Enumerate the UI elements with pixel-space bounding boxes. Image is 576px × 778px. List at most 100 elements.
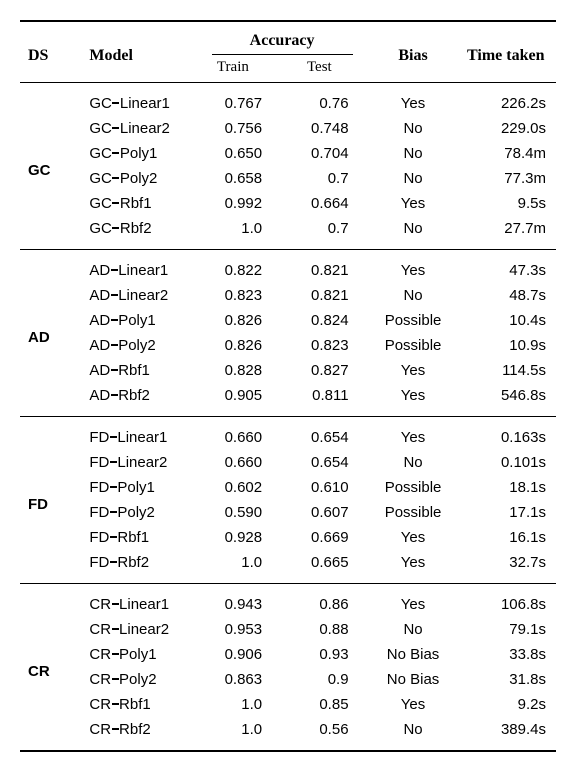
model-suffix: Poly2 <box>119 671 157 688</box>
test-cell: 0.610 <box>282 475 368 500</box>
train-cell: 0.906 <box>196 642 282 667</box>
time-cell: 16.1s <box>458 525 556 550</box>
model-suffix: Linear1 <box>119 596 169 613</box>
test-cell: 0.9 <box>282 667 368 692</box>
model-prefix: GC <box>89 195 112 212</box>
time-cell: 79.1s <box>458 617 556 642</box>
time-cell: 48.7s <box>458 283 556 308</box>
underscore-separator-icon <box>112 603 119 605</box>
model-cell: ADPoly2 <box>81 333 195 358</box>
table-row: CRLinear20.9530.88No79.1s <box>20 617 556 642</box>
train-cell: 0.822 <box>196 250 282 284</box>
time-cell: 114.5s <box>458 358 556 383</box>
model-suffix: Rbf2 <box>117 554 149 571</box>
model-prefix: GC <box>89 170 112 187</box>
model-prefix: FD <box>89 504 109 521</box>
test-cell: 0.7 <box>282 166 368 191</box>
train-cell: 0.650 <box>196 141 282 166</box>
test-cell: 0.7 <box>282 216 368 250</box>
test-cell: 0.827 <box>282 358 368 383</box>
test-cell: 0.669 <box>282 525 368 550</box>
time-cell: 229.0s <box>458 116 556 141</box>
table-row: GCPoly10.6500.704No78.4m <box>20 141 556 166</box>
table-row: ADRbf10.8280.827Yes114.5s <box>20 358 556 383</box>
time-cell: 10.4s <box>458 308 556 333</box>
ds-cell: AD <box>20 250 81 417</box>
time-cell: 32.7s <box>458 550 556 584</box>
test-cell: 0.811 <box>282 383 368 417</box>
underscore-separator-icon <box>112 678 119 680</box>
model-cell: GCPoly1 <box>81 141 195 166</box>
test-cell: 0.824 <box>282 308 368 333</box>
test-cell: 0.654 <box>282 417 368 451</box>
results-table: DS Model Accuracy Bias Time taken Train … <box>20 20 556 752</box>
table-row: GCGCLinear10.7670.76Yes226.2s <box>20 83 556 117</box>
time-cell: 10.9s <box>458 333 556 358</box>
bias-cell: No Bias <box>369 667 458 692</box>
table-row: FDRbf10.9280.669Yes16.1s <box>20 525 556 550</box>
header-bias: Bias <box>369 21 458 83</box>
header-accuracy-label: Accuracy <box>250 32 315 49</box>
model-cell: ADLinear2 <box>81 283 195 308</box>
model-suffix: Poly1 <box>117 479 155 496</box>
underscore-separator-icon <box>111 344 118 346</box>
model-prefix: AD <box>89 362 110 379</box>
test-cell: 0.86 <box>282 584 368 618</box>
model-cell: CRLinear1 <box>81 584 195 618</box>
model-suffix: Poly1 <box>119 646 157 663</box>
model-suffix: Linear2 <box>119 621 169 638</box>
model-cell: ADRbf1 <box>81 358 195 383</box>
bias-cell: Yes <box>369 250 458 284</box>
table-row: ADPoly20.8260.823Possible10.9s <box>20 333 556 358</box>
underscore-separator-icon <box>112 177 119 179</box>
table-row: ADPoly10.8260.824Possible10.4s <box>20 308 556 333</box>
model-suffix: Rbf2 <box>118 387 150 404</box>
header-time: Time taken <box>458 21 556 83</box>
time-cell: 0.163s <box>458 417 556 451</box>
header-accuracy: Accuracy <box>196 21 369 57</box>
model-suffix: Linear1 <box>118 262 168 279</box>
underscore-separator-icon <box>112 728 119 730</box>
underscore-separator-icon <box>110 511 117 513</box>
table-row: FDLinear20.6600.654No0.101s <box>20 450 556 475</box>
model-cell: GCRbf1 <box>81 191 195 216</box>
underscore-separator-icon <box>112 202 119 204</box>
bias-cell: Possible <box>369 500 458 525</box>
time-cell: 389.4s <box>458 717 556 751</box>
test-cell: 0.748 <box>282 116 368 141</box>
time-cell: 31.8s <box>458 667 556 692</box>
time-cell: 0.101s <box>458 450 556 475</box>
train-cell: 0.905 <box>196 383 282 417</box>
model-suffix: Poly1 <box>118 312 156 329</box>
table-row: CRRbf11.00.85Yes9.2s <box>20 692 556 717</box>
model-cell: FDRbf1 <box>81 525 195 550</box>
model-cell: CRPoly2 <box>81 667 195 692</box>
test-cell: 0.85 <box>282 692 368 717</box>
underscore-separator-icon <box>112 102 119 104</box>
test-cell: 0.823 <box>282 333 368 358</box>
time-cell: 77.3m <box>458 166 556 191</box>
train-cell: 0.660 <box>196 417 282 451</box>
table-row: FDPoly10.6020.610Possible18.1s <box>20 475 556 500</box>
time-cell: 18.1s <box>458 475 556 500</box>
bias-cell: Possible <box>369 333 458 358</box>
table-row: GCRbf21.00.7No27.7m <box>20 216 556 250</box>
model-cell: FDPoly1 <box>81 475 195 500</box>
train-cell: 1.0 <box>196 216 282 250</box>
time-cell: 33.8s <box>458 642 556 667</box>
time-cell: 226.2s <box>458 83 556 117</box>
model-prefix: GC <box>89 120 112 137</box>
model-suffix: Linear1 <box>120 95 170 112</box>
train-cell: 0.826 <box>196 333 282 358</box>
model-prefix: CR <box>89 696 111 713</box>
model-prefix: FD <box>89 429 109 446</box>
test-cell: 0.76 <box>282 83 368 117</box>
test-cell: 0.821 <box>282 250 368 284</box>
model-cell: FDRbf2 <box>81 550 195 584</box>
underscore-separator-icon <box>111 319 118 321</box>
train-cell: 0.823 <box>196 283 282 308</box>
table-row: CRCRLinear10.9430.86Yes106.8s <box>20 584 556 618</box>
underscore-separator-icon <box>112 703 119 705</box>
train-cell: 0.826 <box>196 308 282 333</box>
underscore-separator-icon <box>112 653 119 655</box>
